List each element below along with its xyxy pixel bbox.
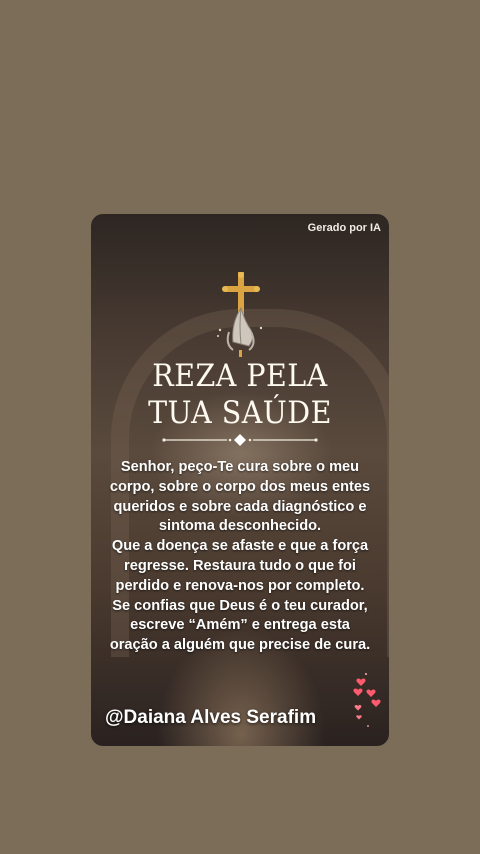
diamond-divider-icon bbox=[162, 434, 318, 446]
prayer-paragraph-2: Que a doença se afaste e que a força reg… bbox=[109, 538, 371, 654]
cross-praying-hands-icon bbox=[217, 272, 263, 357]
floating-hearts-icon[interactable] bbox=[349, 670, 389, 740]
prayer-text: Senhor, peço-Te cura sobre o meu corpo, … bbox=[107, 458, 373, 656]
title-line-2: TUA SAÚDE bbox=[148, 395, 332, 431]
author-handle[interactable]: @Daiana Alves Serafim bbox=[105, 707, 316, 729]
prayer-paragraph-1: Senhor, peço-Te cura sobre o meu corpo, … bbox=[109, 459, 371, 535]
title-line-1: REZA PELA bbox=[152, 358, 328, 394]
ai-generated-label: Gerado por IA bbox=[307, 222, 381, 234]
story-card: Gerado por IA REZA PELA TUA SAÚDE Senhor… bbox=[91, 214, 389, 746]
